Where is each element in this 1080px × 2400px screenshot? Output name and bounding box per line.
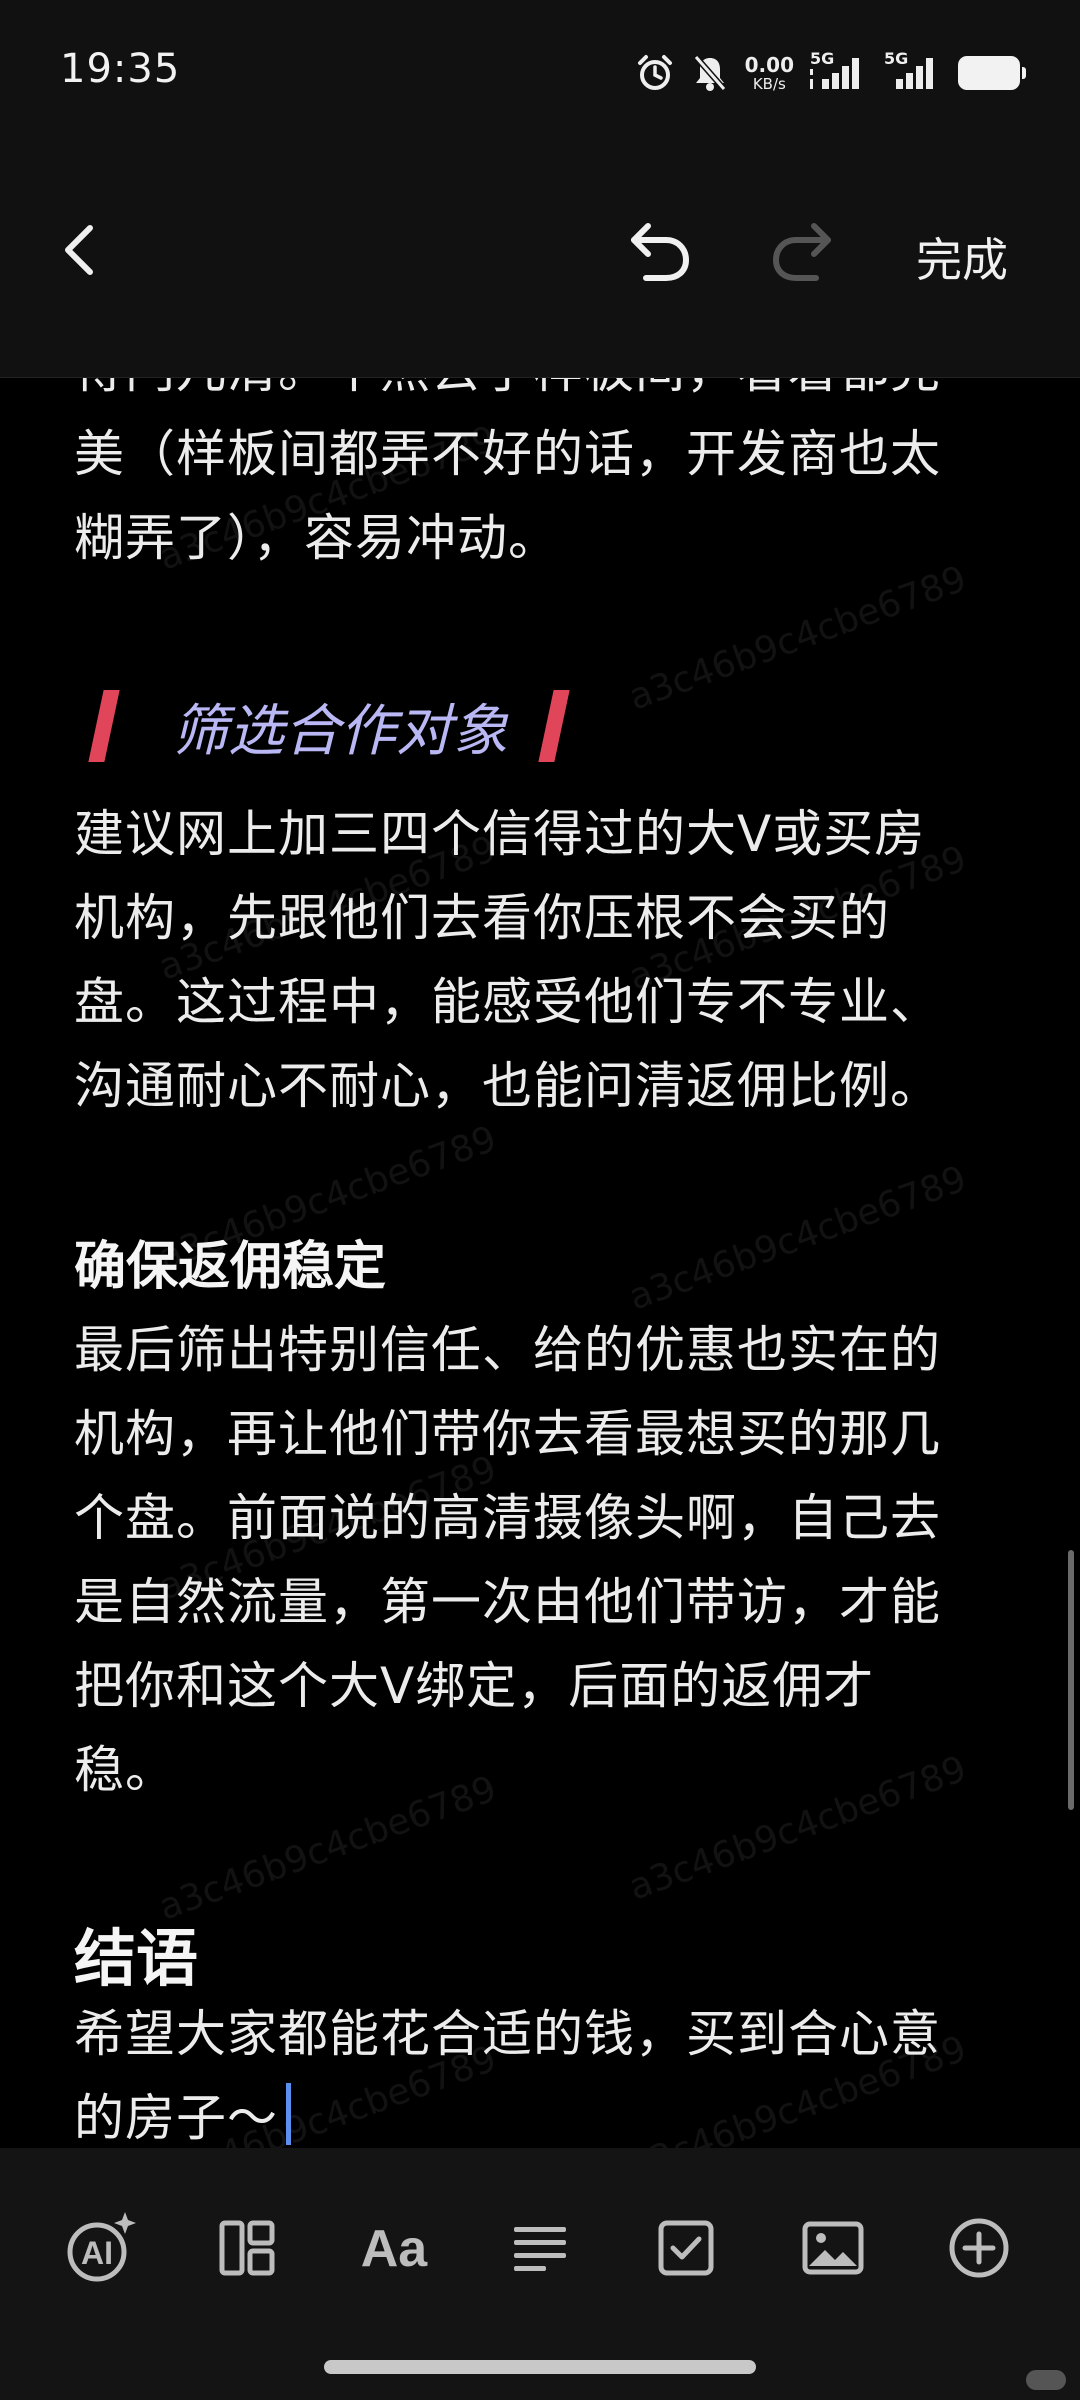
paragraph: 得门儿清。不然去了样板间，看着都完 美（样板间都弄不好的话，开发商也太 糊弄了）… xyxy=(74,378,941,567)
alarm-icon xyxy=(637,55,672,90)
formatting-toolbar: AI Aa xyxy=(0,2148,1080,2348)
insert-image-button[interactable] xyxy=(790,2205,876,2291)
gesture-navigation-area xyxy=(0,2348,1080,2400)
section-heading: 结语 xyxy=(74,1922,199,1995)
align-button[interactable] xyxy=(497,2205,583,2291)
signal-sim2: 5G xyxy=(884,49,942,93)
heading-accent-bar xyxy=(88,690,120,762)
checklist-button[interactable] xyxy=(643,2205,729,2291)
ai-label: AI xyxy=(81,2235,113,2271)
layout-button[interactable] xyxy=(204,2205,290,2291)
undo-icon xyxy=(631,223,690,281)
battery-icon xyxy=(958,56,1026,90)
ai-assistant-icon: AI xyxy=(67,2212,137,2282)
styled-heading: 筛选合作对象 xyxy=(88,686,570,766)
add-button[interactable] xyxy=(936,2205,1022,2291)
home-indicator[interactable] xyxy=(324,2360,756,2374)
font-style-button[interactable]: Aa xyxy=(351,2205,437,2291)
paragraph: 建议网上加三四个信得过的大V或买房 机构，先跟他们去看你压根不会买的 盘。这过程… xyxy=(74,805,941,1115)
text-cursor xyxy=(286,2083,291,2145)
signal-sim1: 5G xyxy=(810,49,868,93)
editor-top-bar: 完成 xyxy=(0,140,1080,378)
chevron-left-icon xyxy=(65,225,93,275)
paragraph: 最后筛出特别信任、给的优惠也实在的 机构，再让他们带你去看最想买的那几 个盘。前… xyxy=(74,1321,941,1799)
redo-button[interactable] xyxy=(766,218,836,284)
add-icon xyxy=(949,2218,1009,2278)
section-heading: 确保返佣稳定 xyxy=(74,1237,387,1297)
back-button[interactable] xyxy=(60,220,120,280)
status-bar: 19:35 0.00 KB/s 5G 5G xyxy=(0,0,1080,140)
watermark: a3c46b9c4cbe6789 xyxy=(623,558,972,719)
status-icons: 0.00 KB/s 5G 5G xyxy=(635,49,1026,96)
font-style-icon: Aa xyxy=(360,2220,428,2278)
scrollbar[interactable] xyxy=(1068,1550,1074,1810)
mute-bell-icon xyxy=(693,55,726,91)
heading-text: 筛选合作对象 xyxy=(172,698,508,764)
status-time: 19:35 xyxy=(60,46,181,92)
layout-icon xyxy=(219,2220,275,2276)
corner-badge xyxy=(1026,2370,1066,2390)
heading-accent-bar xyxy=(538,690,570,762)
signal-bars-icon xyxy=(810,58,859,89)
checkbox-icon xyxy=(658,2220,714,2276)
signal-bars-icon xyxy=(896,58,933,89)
paragraph: 希望大家都能花合适的钱，买到合心意 的房子～ xyxy=(74,2005,941,2147)
undo-button[interactable] xyxy=(626,218,696,284)
font-label: Aa xyxy=(360,2220,428,2278)
redo-icon xyxy=(772,223,831,281)
align-icon xyxy=(513,2227,566,2271)
note-content[interactable]: a3c46b9c4cbe6789 a3c46b9c4cbe6789 a3c46b… xyxy=(0,378,1080,2148)
done-button[interactable]: 完成 xyxy=(916,224,1008,290)
watermark: a3c46b9c4cbe6789 xyxy=(623,1158,972,1319)
note-editor-screen: 19:35 0.00 KB/s 5G 5G 完成 a3c46b9c4cbe678… xyxy=(0,0,1080,2400)
image-icon xyxy=(802,2221,864,2275)
network-speed: 0.00 KB/s xyxy=(744,52,794,93)
ai-assistant-button[interactable]: AI xyxy=(58,2205,144,2291)
